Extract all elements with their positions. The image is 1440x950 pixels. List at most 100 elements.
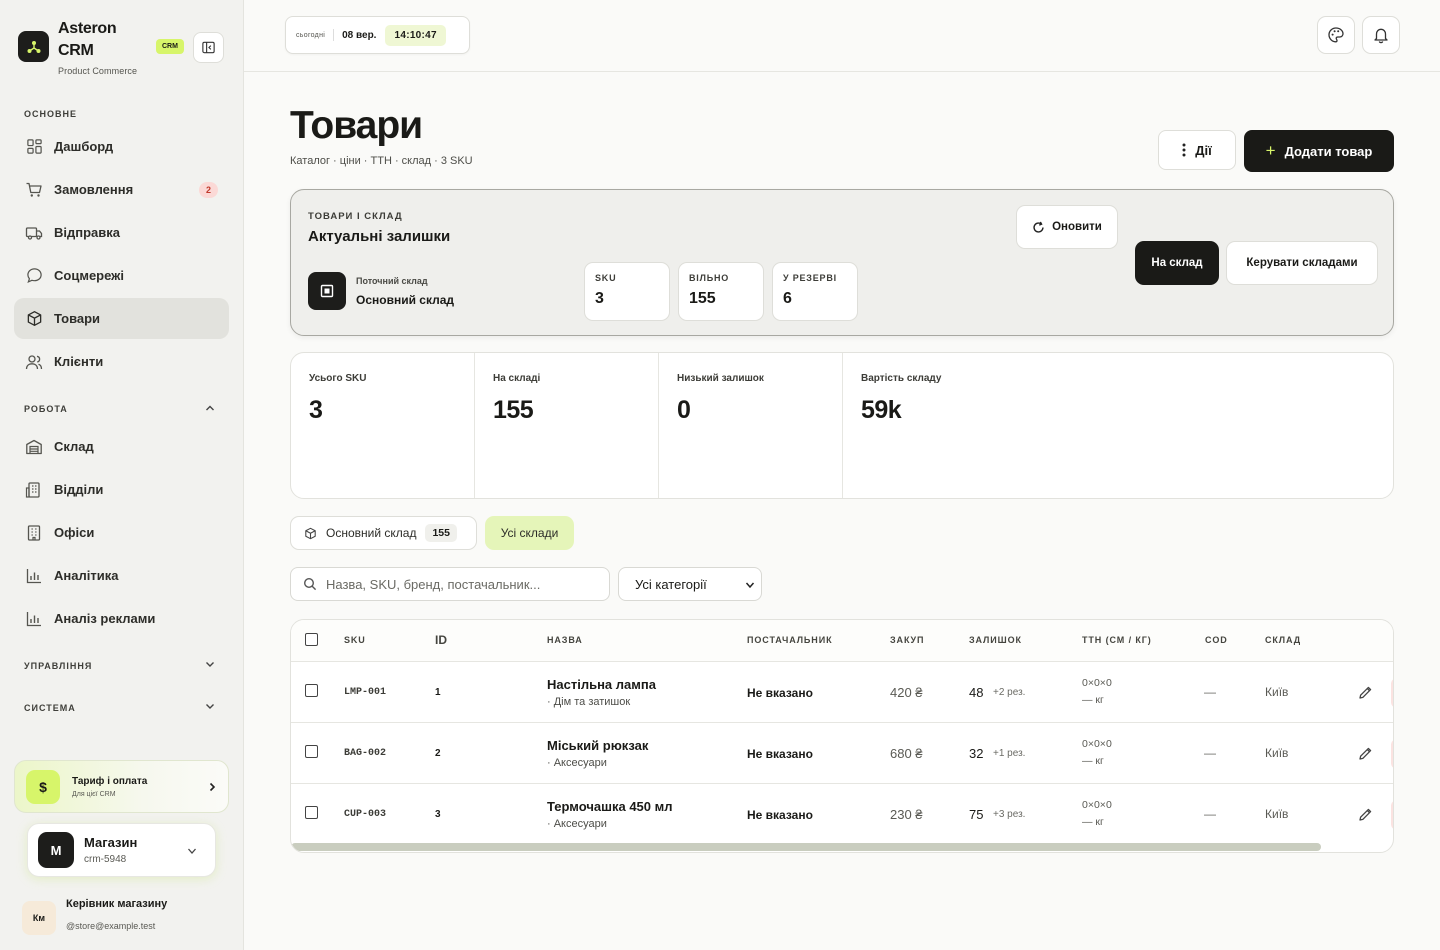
date-time-widget: сьогодні 08 вер. 14:10:47 bbox=[285, 16, 470, 54]
notifications-button[interactable] bbox=[1362, 16, 1400, 54]
search-box[interactable] bbox=[290, 567, 610, 601]
column-header-warehouse: СКЛАД bbox=[1265, 635, 1302, 645]
add-product-button[interactable]: + Додати товар bbox=[1244, 130, 1394, 172]
sidebar-item-social[interactable]: Соцмережі bbox=[14, 255, 229, 296]
delete-button[interactable] bbox=[1391, 800, 1393, 830]
warehouse-filter-main[interactable]: Основний склад 155 bbox=[290, 516, 477, 550]
edit-icon[interactable] bbox=[1358, 807, 1373, 822]
sidebar-item-ads-analytics[interactable]: Аналіз реклами bbox=[14, 598, 229, 639]
row-cod: — bbox=[1204, 685, 1216, 699]
warehouse-filter-count: 155 bbox=[425, 524, 457, 542]
palette-icon bbox=[1328, 27, 1344, 43]
row-name[interactable]: Настільна лампа bbox=[547, 677, 656, 692]
table-row[interactable]: LMP-001 1 Настільна лампа · Дім та затиш… bbox=[291, 662, 1393, 723]
collapse-sidebar-button[interactable] bbox=[193, 32, 224, 63]
current-warehouse-label: Поточний склад bbox=[356, 276, 428, 286]
chevron-down-icon[interactable] bbox=[204, 658, 216, 670]
column-header-sku: SKU bbox=[344, 635, 366, 645]
sidebar-item-label: Аналіз реклами bbox=[54, 611, 156, 626]
user-name: Керівник магазину bbox=[66, 898, 168, 910]
row-ttn-weight: — кг bbox=[1082, 755, 1104, 767]
refresh-button[interactable]: Оновити bbox=[1016, 205, 1118, 249]
row-price: 680 ₴ bbox=[890, 746, 923, 761]
sidebar-item-analytics[interactable]: Аналітика bbox=[14, 555, 229, 596]
row-ttn-weight: — кг bbox=[1082, 694, 1104, 706]
column-header-cod: COD bbox=[1205, 635, 1228, 645]
chevron-right-icon bbox=[209, 782, 216, 792]
sidebar-item-orders[interactable]: Замовлення 2 bbox=[14, 169, 229, 210]
brand[interactable]: Asteron CRM Product Commerce bbox=[18, 18, 138, 76]
warehouse-filter-all[interactable]: Усі склади bbox=[485, 516, 574, 550]
refresh-icon bbox=[1033, 221, 1044, 233]
brand-logo-icon bbox=[18, 31, 49, 62]
sidebar-collapse-icon bbox=[202, 41, 215, 54]
add-product-label: Додати товар bbox=[1284, 143, 1373, 159]
mini-stat-free: ВІЛЬНО 155 bbox=[678, 262, 764, 321]
tariff-billing-card[interactable]: $ Тариф і оплата Для цієї CRM bbox=[14, 760, 229, 813]
row-name[interactable]: Міський рюкзак bbox=[547, 738, 648, 753]
store-switcher[interactable]: М Магазин crm-5948 bbox=[27, 823, 216, 877]
edit-icon[interactable] bbox=[1358, 746, 1373, 761]
stat-value: 155 bbox=[493, 396, 534, 424]
row-checkbox[interactable] bbox=[305, 745, 318, 758]
edit-icon[interactable] bbox=[1358, 685, 1373, 700]
row-cod: — bbox=[1204, 746, 1216, 760]
page-subtitle: Каталог · ціни · ТТН · склад · 3 SKU bbox=[290, 155, 473, 167]
tariff-subtitle: Для цієї CRM bbox=[72, 790, 116, 798]
horizontal-scrollbar[interactable] bbox=[291, 843, 1321, 851]
delete-button[interactable] bbox=[1391, 739, 1393, 769]
chevron-up-icon[interactable] bbox=[204, 402, 216, 414]
products-table: SKU ID НАЗВА ПОСТАЧАЛЬНИК ЗАКУП ЗАЛИШОК … bbox=[290, 619, 1394, 853]
to-stock-button[interactable]: На склад bbox=[1135, 241, 1219, 285]
stat-value: 3 bbox=[309, 396, 323, 424]
row-supplier: Не вказано bbox=[747, 808, 813, 822]
manage-warehouses-button[interactable]: Керувати складами bbox=[1226, 241, 1378, 285]
dollar-icon: $ bbox=[26, 769, 60, 804]
avatar: Км bbox=[22, 901, 56, 935]
today-label: сьогодні bbox=[296, 31, 326, 39]
row-reserve: +1 рез. bbox=[993, 748, 1026, 759]
stat-low-stock: Низький залишок 0 bbox=[659, 353, 843, 498]
row-ttn-dims: 0×0×0 bbox=[1082, 738, 1112, 750]
row-stock: 32 bbox=[969, 746, 984, 761]
sidebar-item-offices[interactable]: Офіси bbox=[14, 512, 229, 553]
row-name[interactable]: Термочашка 450 мл bbox=[547, 799, 673, 814]
sidebar-item-dashboard[interactable]: Дашборд bbox=[14, 126, 229, 167]
box-icon bbox=[305, 527, 316, 539]
chevron-down-icon[interactable] bbox=[204, 700, 216, 712]
sidebar: Asteron CRM Product Commerce CRM ОСНОВНЕ… bbox=[0, 0, 244, 950]
row-sku: CUP-003 bbox=[344, 809, 387, 820]
row-reserve: +3 рез. bbox=[993, 809, 1026, 820]
row-stock: 48 bbox=[969, 685, 984, 700]
category-select[interactable]: Усі категорії bbox=[618, 567, 762, 601]
sidebar-item-shipping[interactable]: Відправка bbox=[14, 212, 229, 253]
table-row[interactable]: CUP-003 3 Термочашка 450 мл · Аксесуари … bbox=[291, 784, 1393, 845]
stat-label: Низький залишок bbox=[677, 373, 764, 384]
sidebar-item-departments[interactable]: Відділи bbox=[14, 469, 229, 510]
row-checkbox[interactable] bbox=[305, 684, 318, 697]
row-checkbox[interactable] bbox=[305, 806, 318, 819]
search-icon bbox=[303, 577, 317, 591]
row-id: 1 bbox=[435, 687, 441, 698]
current-date: 08 вер. bbox=[342, 29, 377, 41]
sidebar-item-products[interactable]: Товари bbox=[14, 298, 229, 339]
search-input[interactable] bbox=[326, 576, 596, 592]
row-sku: LMP-001 bbox=[344, 687, 387, 698]
mini-stat-label: ВІЛЬНО bbox=[689, 273, 730, 283]
sidebar-item-warehouse[interactable]: Склад bbox=[14, 426, 229, 467]
user-profile[interactable]: Км Керівник магазину @store@example.test bbox=[22, 898, 167, 935]
sidebar-item-clients[interactable]: Клієнти bbox=[14, 341, 229, 382]
row-category: · Аксесуари bbox=[547, 757, 607, 769]
stat-label: Усього SKU bbox=[309, 373, 367, 384]
theme-button[interactable] bbox=[1317, 16, 1355, 54]
refresh-label: Оновити bbox=[1052, 221, 1102, 233]
row-id: 3 bbox=[435, 809, 441, 820]
delete-button[interactable] bbox=[1391, 678, 1393, 708]
select-all-checkbox[interactable] bbox=[305, 633, 318, 646]
stat-label: На складі bbox=[493, 373, 541, 384]
store-title: Магазин bbox=[84, 835, 138, 850]
table-row[interactable]: BAG-002 2 Міський рюкзак · Аксесуари Не … bbox=[291, 723, 1393, 784]
row-warehouse: Київ bbox=[1265, 807, 1289, 821]
actions-button[interactable]: Дії bbox=[1158, 130, 1236, 170]
section-system-label: СИСТЕМА bbox=[24, 703, 76, 713]
